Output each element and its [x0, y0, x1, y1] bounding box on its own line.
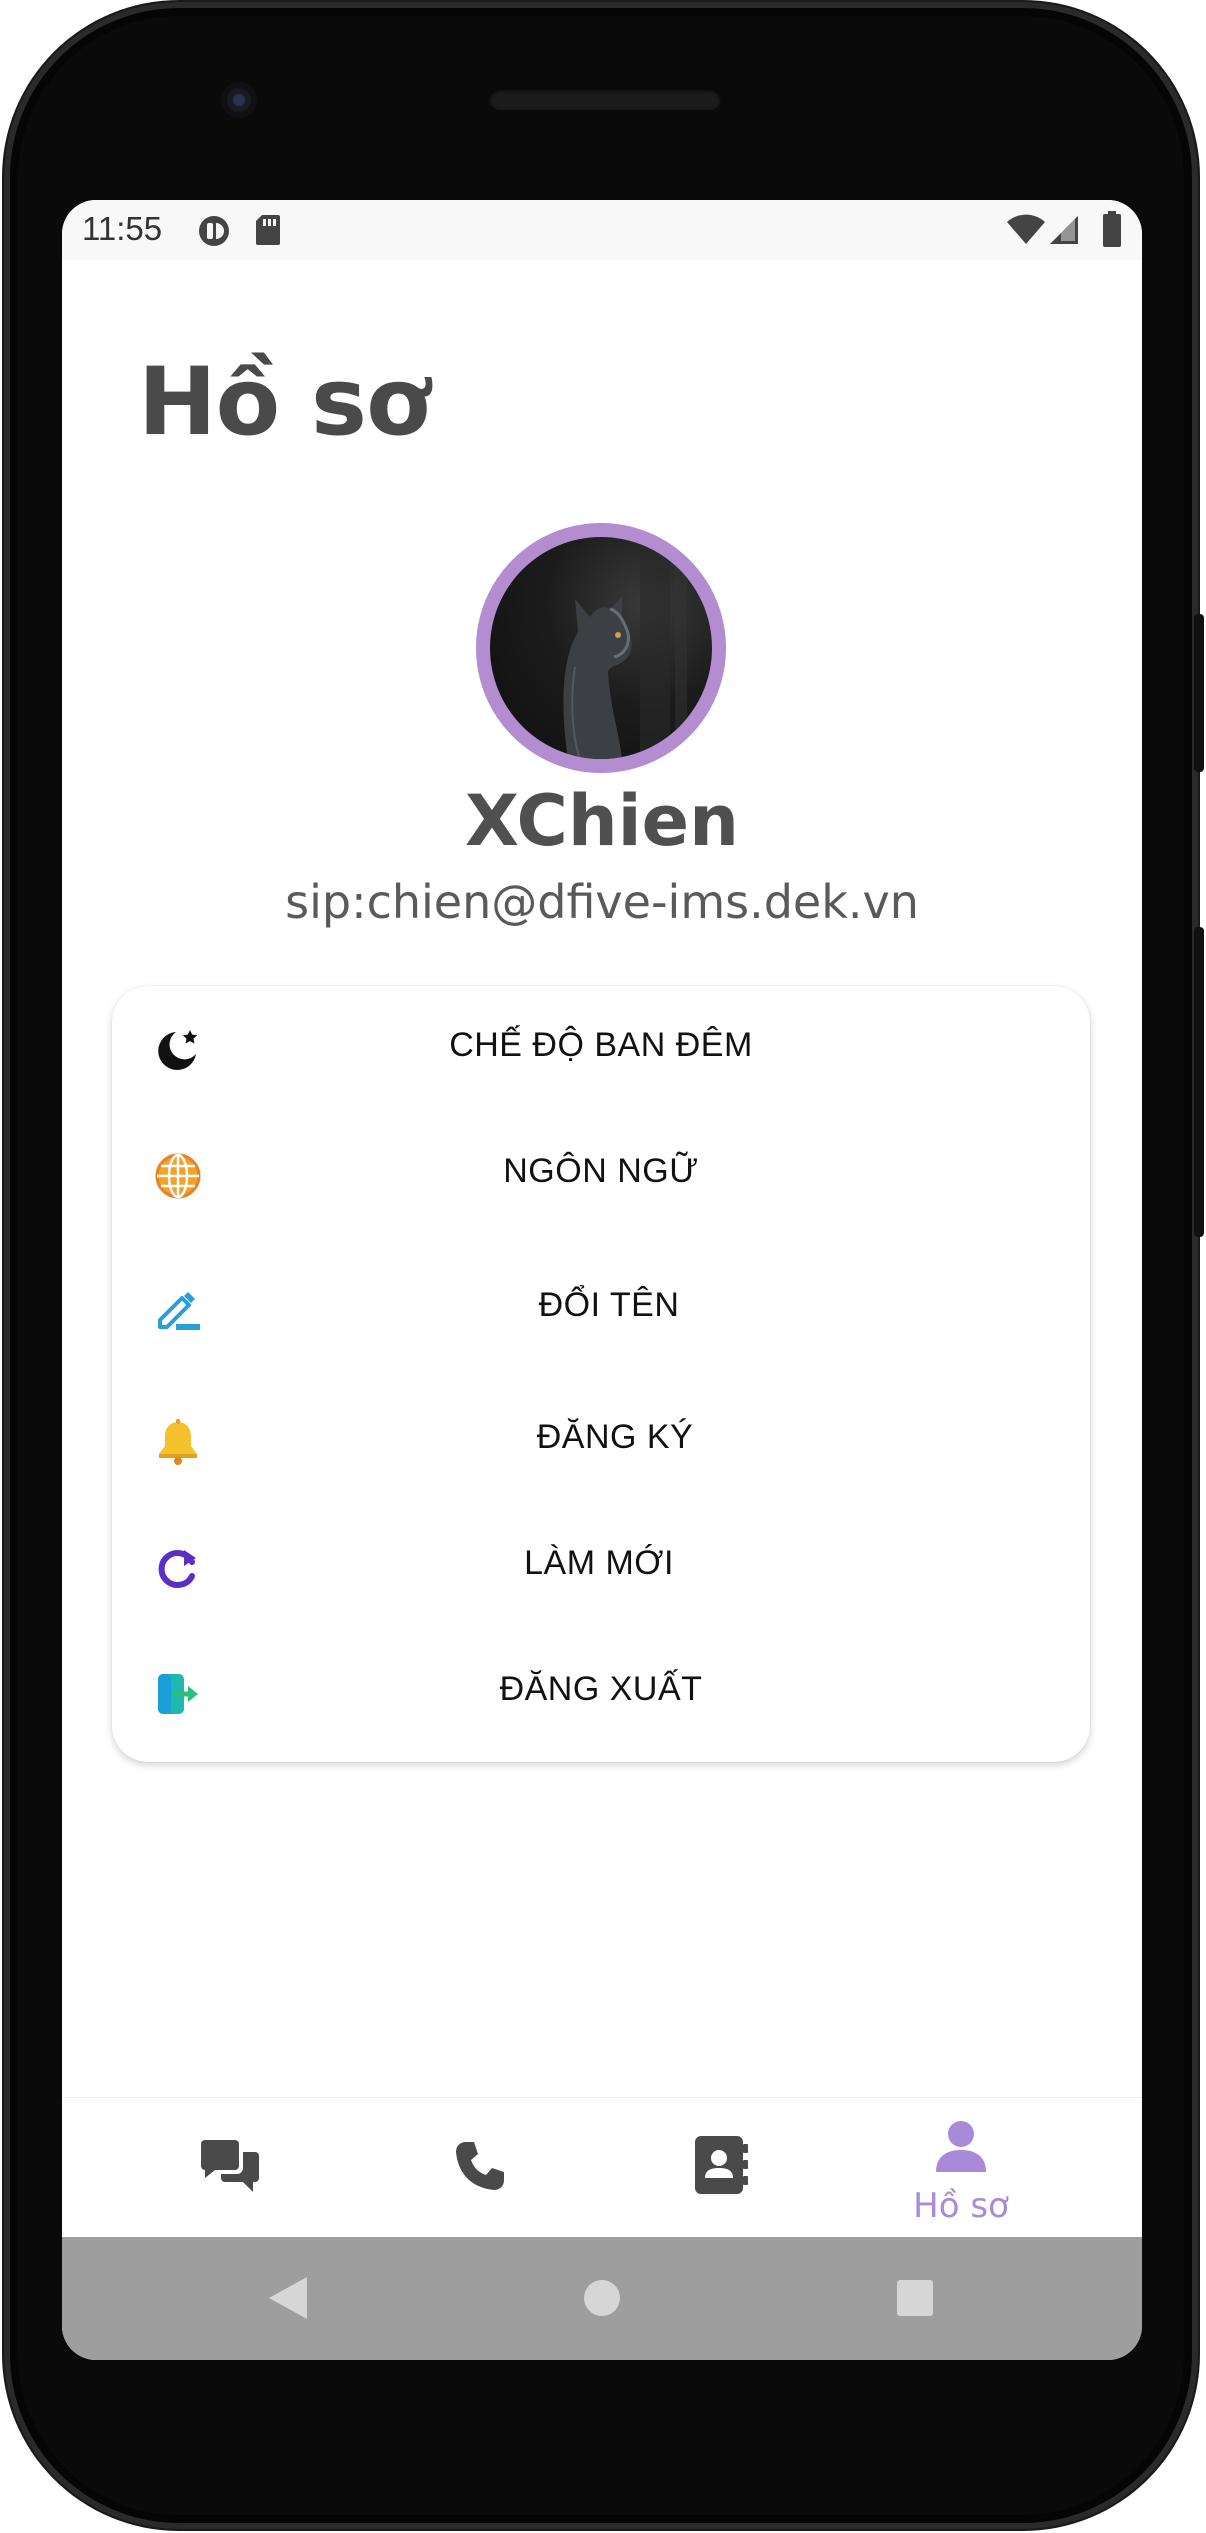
- nav-tab-contacts[interactable]: [586, 2098, 856, 2238]
- volume-button: [1194, 927, 1204, 1237]
- wifi-icon: [1006, 214, 1046, 250]
- status-time: 11:55: [82, 210, 163, 247]
- menu-item-language[interactable]: NGÔN NGỮ: [112, 1114, 1090, 1234]
- bottom-navigation: Hồ sơ: [62, 2097, 1142, 2238]
- nav-tab-calls[interactable]: [345, 2098, 615, 2238]
- home-icon[interactable]: [582, 2278, 622, 2318]
- battery-icon: [1102, 210, 1122, 252]
- data-saver-icon: [197, 214, 231, 252]
- menu-item-label: ĐỔI TÊN: [538, 1286, 680, 1324]
- settings-menu: CHẾ ĐỘ BAN ĐÊM NGÔN NGỮ ĐỔI TÊN ĐĂNG KÝ: [112, 986, 1090, 1762]
- phone-frame: 11:55 Hồ sơ XChien sip:chien@dfive-ims.d…: [4, 2, 1204, 2529]
- menu-item-label: ĐĂNG XUẤT: [499, 1670, 703, 1708]
- chat-icon: [201, 2140, 259, 2192]
- screen: 11:55 Hồ sơ XChien sip:chien@dfive-ims.d…: [62, 200, 1142, 2360]
- avatar[interactable]: [476, 523, 726, 773]
- menu-item-refresh[interactable]: LÀM MỚI: [112, 1506, 1090, 1626]
- recents-icon[interactable]: [895, 2278, 935, 2318]
- nav-label-profile: Hồ sơ: [913, 2186, 1009, 2226]
- phone-icon: [456, 2142, 504, 2190]
- nav-tab-chats[interactable]: [104, 2098, 374, 2238]
- menu-item-label: ĐĂNG KÝ: [536, 1418, 694, 1456]
- menu-item-register[interactable]: ĐĂNG KÝ: [112, 1380, 1090, 1500]
- menu-item-label: NGÔN NGỮ: [503, 1152, 699, 1190]
- menu-item-label: CHẾ ĐỘ BAN ĐÊM: [449, 1026, 753, 1064]
- nav-tab-profile[interactable]: Hồ sơ: [826, 2098, 1096, 2238]
- user-name: XChien: [465, 780, 739, 862]
- back-icon[interactable]: [267, 2275, 309, 2321]
- cellular-signal-icon: [1048, 214, 1080, 250]
- front-camera: [221, 82, 257, 118]
- status-bar: 11:55: [62, 200, 1142, 260]
- power-button: [1194, 614, 1204, 772]
- page-title: Hồ sơ: [138, 348, 431, 457]
- user-sip-address: sip:chien@dfive-ims.dek.vn: [285, 875, 919, 929]
- earpiece-speaker: [489, 88, 721, 110]
- system-navigation-bar: [62, 2237, 1142, 2360]
- menu-item-label: LÀM MỚI: [524, 1544, 674, 1582]
- profile-icon: [936, 2121, 986, 2172]
- avatar-photo: [490, 537, 712, 759]
- sd-card-icon: [254, 213, 282, 251]
- menu-item-night-mode[interactable]: CHẾ ĐỘ BAN ĐÊM: [112, 988, 1090, 1108]
- menu-item-rename[interactable]: ĐỔI TÊN: [112, 1248, 1090, 1368]
- contacts-icon: [695, 2136, 748, 2194]
- menu-item-logout[interactable]: ĐĂNG XUẤT: [112, 1632, 1090, 1752]
